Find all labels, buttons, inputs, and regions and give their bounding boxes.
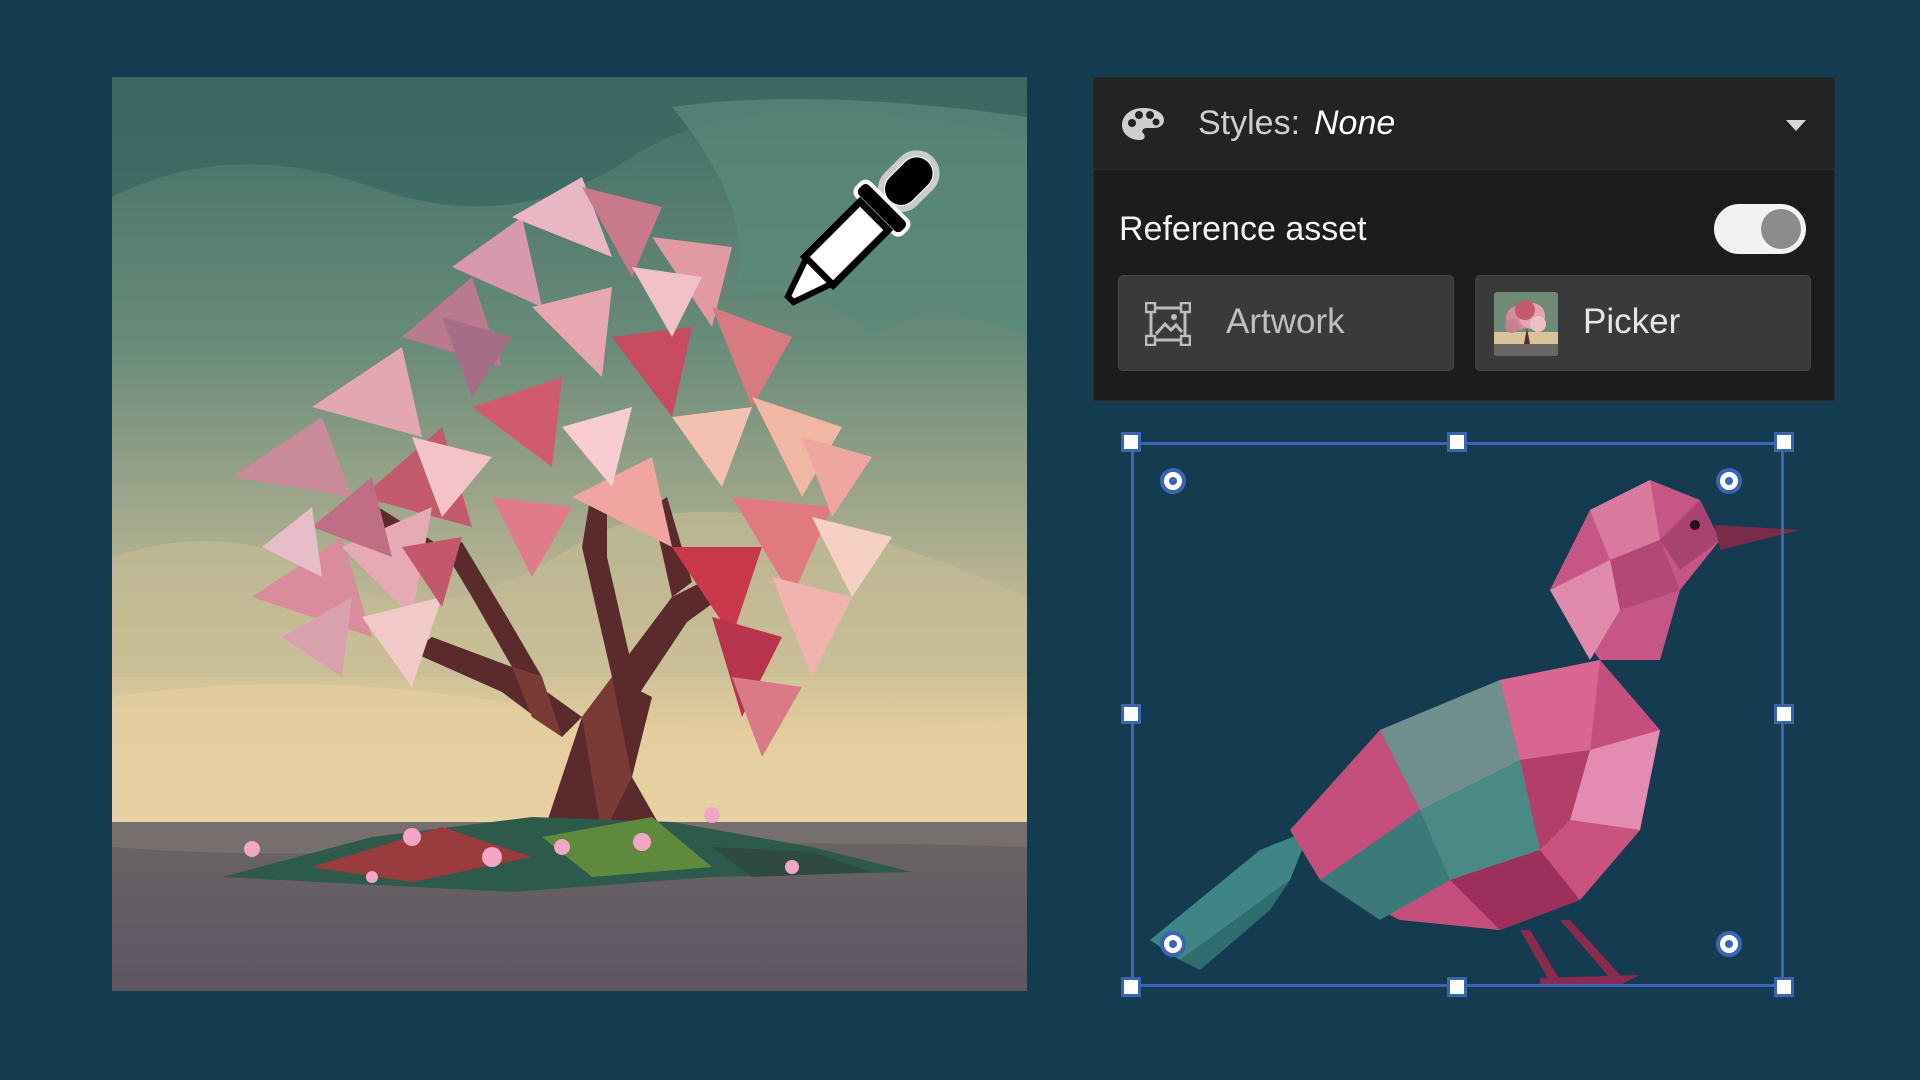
toggle-knob [1761, 209, 1801, 249]
picker-button-label: Picker [1583, 302, 1681, 341]
rotate-handle-bottom-left[interactable] [1160, 931, 1186, 957]
image-frame-icon [1145, 302, 1191, 346]
rotate-handle-top-left[interactable] [1160, 468, 1186, 494]
resize-handle-top-left[interactable] [1121, 432, 1141, 452]
reference-asset-label: Reference asset [1119, 210, 1367, 248]
picker-button[interactable]: Picker [1475, 275, 1811, 371]
rotate-handle-bottom-right[interactable] [1716, 931, 1742, 957]
artwork-button[interactable]: Artwork [1118, 275, 1454, 371]
tree-thumbnail [1494, 292, 1558, 356]
reference-asset-toggle[interactable] [1714, 204, 1806, 254]
styles-dropdown[interactable]: Styles: None [1094, 78, 1834, 170]
resize-handle-top-center[interactable] [1447, 432, 1467, 452]
resize-handle-bottom-right[interactable] [1774, 977, 1794, 997]
resize-handle-bottom-center[interactable] [1447, 977, 1467, 997]
selection-bounding-box[interactable] [1131, 442, 1784, 987]
resize-handle-middle-left[interactable] [1121, 704, 1141, 724]
styles-value: None [1314, 104, 1396, 142]
resize-handle-top-right[interactable] [1774, 432, 1794, 452]
eyedropper-icon [760, 130, 960, 330]
rotate-handle-top-right[interactable] [1716, 468, 1742, 494]
artwork-button-label: Artwork [1226, 302, 1345, 341]
resize-handle-middle-right[interactable] [1774, 704, 1794, 724]
styles-panel: Styles: None Reference asset Artwork Pic… [1093, 77, 1835, 401]
palette-icon [1122, 108, 1164, 140]
resize-handle-bottom-left[interactable] [1121, 977, 1141, 997]
chevron-down-icon[interactable] [1786, 120, 1806, 131]
styles-label: Styles: [1198, 104, 1301, 142]
